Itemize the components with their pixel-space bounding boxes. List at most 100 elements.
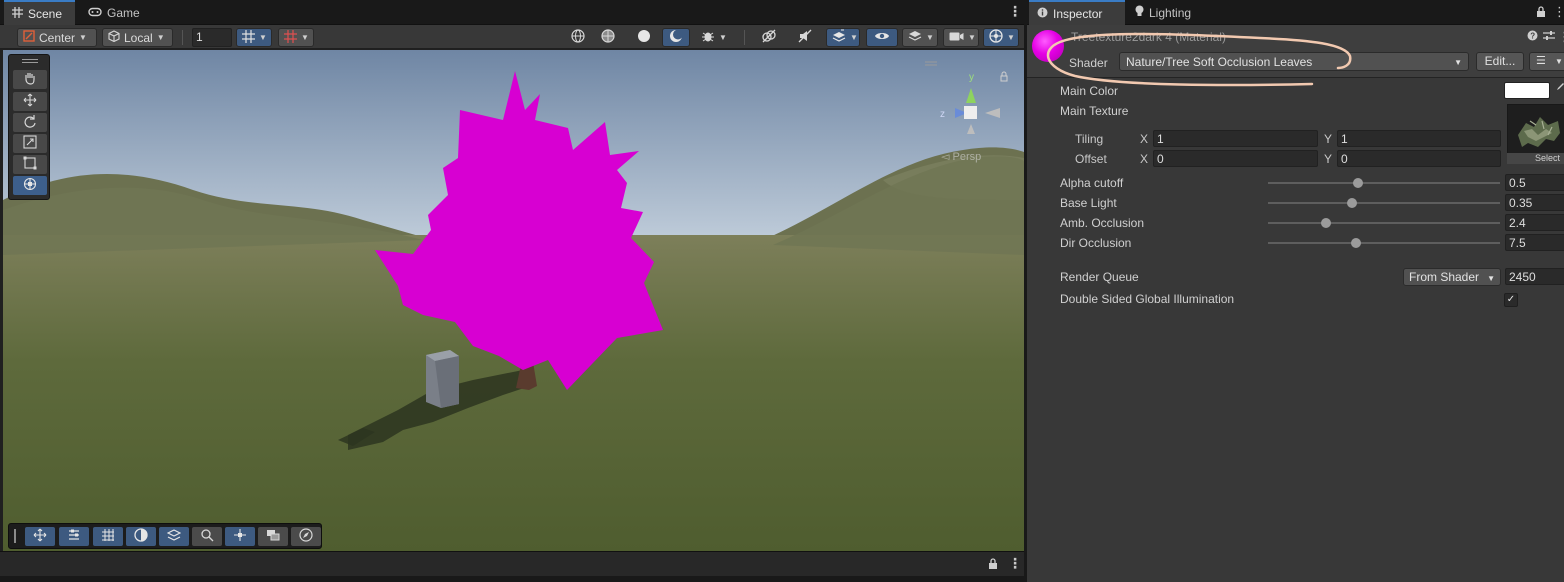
- tiling-y-field[interactable]: 1: [1337, 130, 1501, 147]
- render-queue-field[interactable]: 2450: [1505, 268, 1564, 285]
- shader-dropdown[interactable]: Nature/Tree Soft Occlusion Leaves ▼: [1119, 52, 1469, 71]
- grid-snap-toggle[interactable]: ▼: [236, 28, 272, 47]
- overlay-camera-button[interactable]: [258, 527, 288, 546]
- increment-snap-dropdown[interactable]: ▼: [278, 28, 314, 47]
- base-light-knob[interactable]: [1346, 198, 1357, 208]
- lock-icon[interactable]: [1536, 6, 1546, 21]
- main-color-swatch[interactable]: [1504, 82, 1550, 99]
- overlay-layers-button[interactable]: [159, 527, 189, 546]
- texture-select-button[interactable]: Select: [1507, 153, 1564, 164]
- palette-drag-handle[interactable]: [22, 59, 38, 63]
- base-light-track[interactable]: [1268, 202, 1500, 204]
- pivot-label: Center: [39, 30, 76, 45]
- amb-occlusion-field[interactable]: 2.4: [1505, 214, 1564, 231]
- dir-occlusion-field[interactable]: 7.5: [1505, 234, 1564, 251]
- scene-toolbar: Center ▼ Local ▼ 1 ▼ ▼ ▼ ▼ ▼ ▼ ▼: [0, 25, 1024, 49]
- offset-y-field[interactable]: 0: [1337, 150, 1501, 167]
- shaded-mode-button[interactable]: [632, 28, 656, 47]
- inspector-menu-icon[interactable]: ⋮: [1553, 4, 1564, 20]
- overlay-drag-handle[interactable]: [14, 529, 16, 543]
- scene-menu-icon[interactable]: ⋮: [1008, 4, 1022, 18]
- camera-stack-icon: [266, 529, 281, 545]
- chevron-down-icon: ▼: [850, 33, 858, 42]
- tiling-x-letter: X: [1140, 132, 1149, 146]
- dir-occlusion-knob[interactable]: [1351, 238, 1362, 248]
- chevron-down-icon: ▼: [1007, 33, 1015, 42]
- overlay-align-button[interactable]: [59, 527, 89, 546]
- lit-sphere-icon: [669, 29, 683, 46]
- lit-mode-button[interactable]: [662, 28, 690, 47]
- projection-label[interactable]: ◅ Persp: [941, 150, 981, 163]
- material-menu-icon[interactable]: ⋮: [1558, 29, 1564, 45]
- move-arrows-icon: [33, 528, 47, 545]
- persp-text: Persp: [952, 151, 982, 163]
- overlay-move-button[interactable]: [25, 527, 55, 546]
- wireframe-mode-button[interactable]: [566, 28, 590, 47]
- chevron-down-icon: ▼: [1487, 274, 1495, 283]
- rotate-tool-button[interactable]: [13, 113, 47, 132]
- wireframe-sphere-icon: [571, 29, 585, 46]
- overlay-shading-button[interactable]: [126, 527, 156, 546]
- svg-text:y: y: [969, 72, 974, 83]
- amb-occlusion-track[interactable]: [1268, 222, 1500, 224]
- eyedropper-icon[interactable]: [1555, 82, 1564, 97]
- tiling-x-field[interactable]: 1: [1153, 130, 1318, 147]
- alpha-cutoff-field[interactable]: 0.5: [1505, 174, 1564, 191]
- space-dropdown[interactable]: Local ▼: [102, 28, 173, 47]
- rect-tool-button[interactable]: [13, 155, 47, 174]
- offset-x-letter: X: [1140, 152, 1149, 166]
- pivot-icon: [233, 528, 247, 545]
- tab-scene[interactable]: Scene: [4, 0, 75, 25]
- scene-panel: Scene Game ⋮ Center ▼ Local ▼ 1 ▼ ▼ ▼ ▼ …: [0, 0, 1024, 582]
- double-sided-gi-checkbox[interactable]: ✓: [1504, 293, 1518, 307]
- render-queue-dropdown[interactable]: From Shader ▼: [1403, 268, 1501, 286]
- snap-increment-field[interactable]: 1: [192, 28, 232, 47]
- layers-dropdown[interactable]: ▼: [902, 28, 938, 47]
- effects-layers-icon: [832, 29, 846, 46]
- dir-occlusion-track[interactable]: [1268, 242, 1500, 244]
- scene-visibility-button[interactable]: [866, 28, 898, 47]
- render-queue-label: Render Queue: [1060, 270, 1139, 284]
- scene-viewport[interactable]: y z ◅ Persp: [3, 50, 1024, 551]
- material-title: Treetexture2dark 4 (Material): [1071, 30, 1226, 44]
- base-light-field[interactable]: 0.35: [1505, 194, 1564, 211]
- layers-icon: [166, 528, 182, 545]
- overlay-pivot-button[interactable]: [225, 527, 255, 546]
- shader-options-button[interactable]: ☰ ▼: [1529, 52, 1564, 71]
- hand-tool-button[interactable]: [13, 70, 47, 89]
- lock-icon[interactable]: [988, 558, 998, 573]
- overlay-grid-button[interactable]: [93, 527, 123, 546]
- tab-lighting[interactable]: Lighting: [1127, 0, 1199, 25]
- presets-sliders-icon[interactable]: [1543, 30, 1555, 44]
- gizmos-dropdown[interactable]: ▼: [983, 28, 1019, 47]
- lower-panel-menu-icon[interactable]: ⋮: [1008, 556, 1022, 570]
- help-icon[interactable]: ?: [1527, 30, 1538, 44]
- alpha-cutoff-track[interactable]: [1268, 182, 1500, 184]
- overlay-search-button[interactable]: [192, 527, 222, 546]
- transform-tool-button[interactable]: [13, 176, 47, 195]
- scale-tool-button[interactable]: [13, 134, 47, 153]
- edit-shader-button[interactable]: Edit...: [1476, 52, 1524, 71]
- rotate-icon: [23, 114, 37, 131]
- overlay-compass-button[interactable]: [291, 527, 321, 546]
- lightbulb-icon: [1135, 5, 1144, 20]
- camera-settings-dropdown[interactable]: ▼: [943, 28, 979, 47]
- scene-render: [3, 50, 1024, 551]
- amb-occlusion-knob[interactable]: [1321, 218, 1331, 228]
- debug-draw-dropdown[interactable]: ▼: [696, 28, 736, 47]
- audio-toggle-button[interactable]: [792, 28, 818, 47]
- shaded-wireframe-button[interactable]: [596, 28, 620, 47]
- tab-game[interactable]: Game: [80, 0, 148, 25]
- move-tool-button[interactable]: [13, 92, 47, 111]
- pivot-dropdown[interactable]: Center ▼: [17, 28, 97, 47]
- tab-inspector[interactable]: Inspector: [1029, 0, 1125, 25]
- lower-panel-header: ⋮: [0, 551, 1024, 576]
- offset-label: Offset: [1075, 152, 1107, 166]
- chevron-down-icon: ▼: [79, 33, 87, 42]
- effects-toggle[interactable]: ▼: [826, 28, 860, 47]
- alpha-cutoff-knob[interactable]: [1353, 178, 1364, 188]
- offset-x-field[interactable]: 0: [1153, 150, 1318, 167]
- svg-text:?: ?: [1530, 32, 1535, 41]
- lower-panel-strip: ⋮: [0, 551, 1024, 582]
- 2d-toggle-button[interactable]: [756, 28, 782, 47]
